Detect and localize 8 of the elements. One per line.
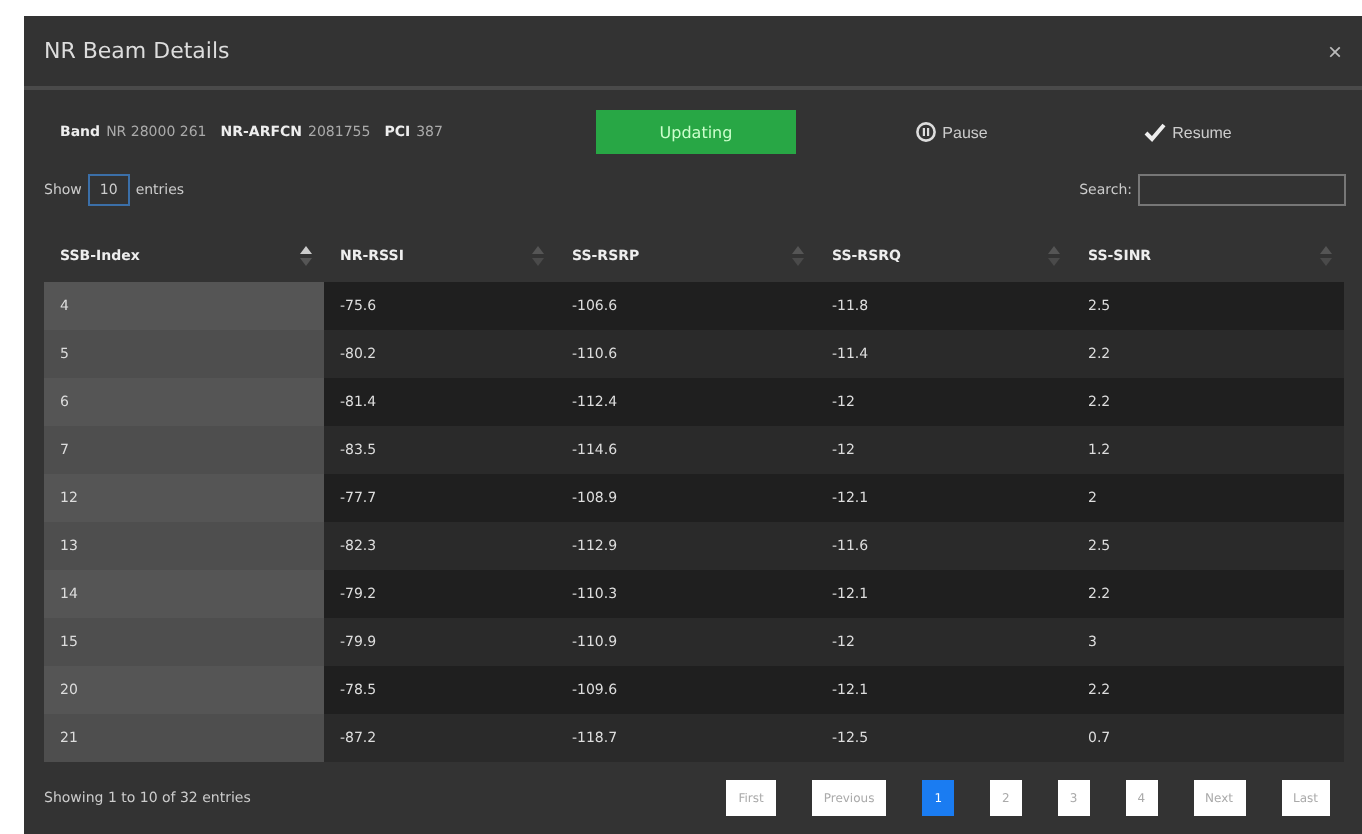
- search-field[interactable]: [1138, 174, 1346, 206]
- action-button[interactable]: Pause: [872, 122, 1032, 142]
- status-indicator: Updating: [596, 110, 796, 154]
- action-button[interactable]: Resume: [1108, 122, 1268, 142]
- close-button[interactable]: ×: [1323, 37, 1346, 65]
- pause-icon: [916, 122, 937, 142]
- window-title: NR Beam Details: [44, 38, 230, 64]
- check-icon: [1144, 122, 1167, 142]
